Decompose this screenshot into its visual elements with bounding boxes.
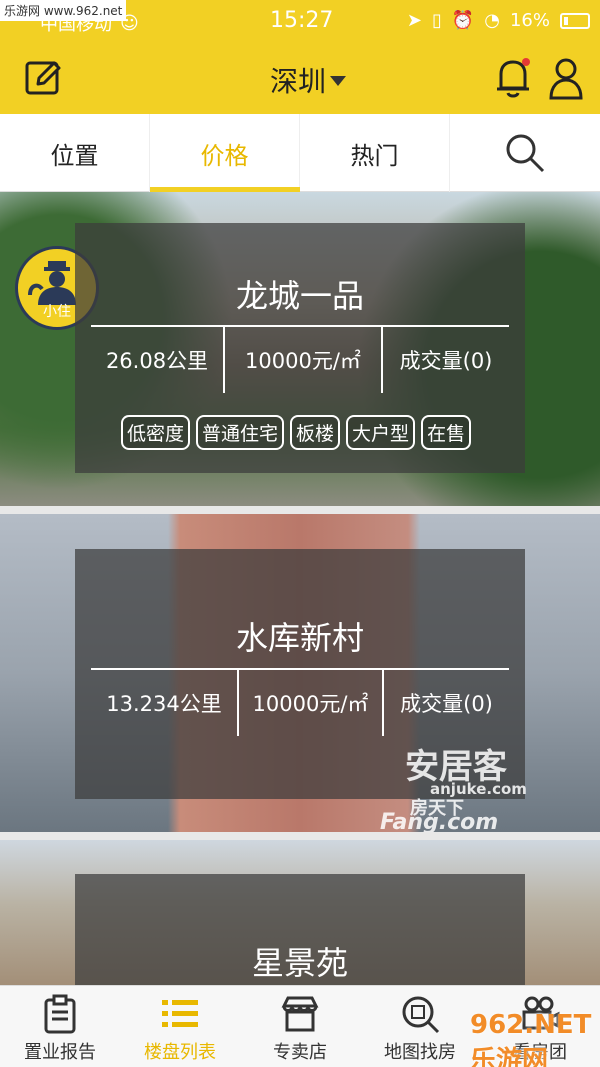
nav-report[interactable]: 置业报告 [0,986,120,1067]
location-icon: ➤ [406,10,422,31]
tag-list: 低密度 普通住宅 板楼 大户型 在售 [121,415,472,450]
nav-listings[interactable]: 楼盘列表 [120,986,240,1067]
listing-overlay: 龙城一品 26.08公里 10000元/㎡ 成交量(0) 低密度 普通住宅 板楼… [75,223,525,473]
tab-price[interactable]: 价格 [150,114,300,192]
price-value: 10000元/㎡ [225,327,383,393]
store-icon [281,996,319,1032]
chevron-down-icon [330,76,347,86]
nav-store[interactable]: 专卖店 [240,986,360,1067]
tag-badge: 普通住宅 [196,415,285,450]
city-selector[interactable]: 深圳 [270,60,347,100]
volume-value: 成交量(0) [399,349,493,373]
site-corner-watermark: 962.NET 乐游网 [470,1010,598,1067]
nav-label: 置业报告 [24,1042,96,1063]
battery-icon [560,12,590,29]
property-name: 龙城一品 [235,277,364,315]
fang-url-watermark: Fang.com [380,810,499,832]
list-item[interactable]: 小住 龙城一品 26.08公里 10000元/㎡ 成交量(0) 低密度 普通住宅… [0,192,600,506]
nav-label: 地图找房 [384,1042,456,1063]
chat-icon: ☺ [120,12,139,34]
nav-label: 专卖店 [273,1042,327,1063]
volume-value: 成交量(0) [400,692,493,716]
tag-badge: 在售 [421,415,472,450]
map-search-icon [402,996,440,1034]
user-icon[interactable] [546,56,586,100]
alarm-icon: ⏰ [451,10,475,31]
distance-value: 13.234公里 [91,670,239,736]
vibrate-icon: ▯ [431,10,442,31]
tag-badge: 低密度 [121,415,191,450]
filter-tabs: 位置 价格 热门 [0,114,600,192]
edit-icon[interactable] [24,58,64,98]
clipboard-icon [44,994,76,1034]
price-value: 10000元/㎡ [239,670,384,736]
tag-badge: 板楼 [290,415,341,450]
corner-watermark-text: 962.NET 乐游网 [470,1010,592,1067]
carrier-label: 中国移动 [40,14,112,35]
distance-value: 26.08公里 [91,327,225,393]
listing-overlay: 星景苑 [75,874,525,985]
city-label: 深圳 [270,65,327,98]
list-item[interactable]: 星景苑 [0,840,600,985]
bell-icon[interactable] [493,56,533,100]
search-button[interactable] [450,114,600,192]
wifi-icon: ◔ [484,10,500,31]
property-name: 水库新村 [235,619,364,657]
tag-badge: 大户型 [346,415,416,450]
list-item[interactable]: 水库新村 13.234公里 10000元/㎡ 成交量(0) 安居客 anjuke… [0,514,600,832]
clock: 15:27 [270,8,334,33]
battery-percent: 16% [509,10,550,31]
search-icon [506,134,545,173]
tab-location[interactable]: 位置 [0,114,150,192]
app-header: 深圳 [0,42,600,114]
property-name: 星景苑 [251,944,348,982]
status-bar: 乐游网 www.962.net 中国移动 ☺ 15:27 ➤ ▯ ⏰ ◔ 16% [0,0,600,42]
nav-map-search[interactable]: 地图找房 [360,986,480,1067]
list-icon [162,1000,198,1027]
tab-popular[interactable]: 热门 [300,114,450,192]
nav-label: 楼盘列表 [144,1042,216,1063]
